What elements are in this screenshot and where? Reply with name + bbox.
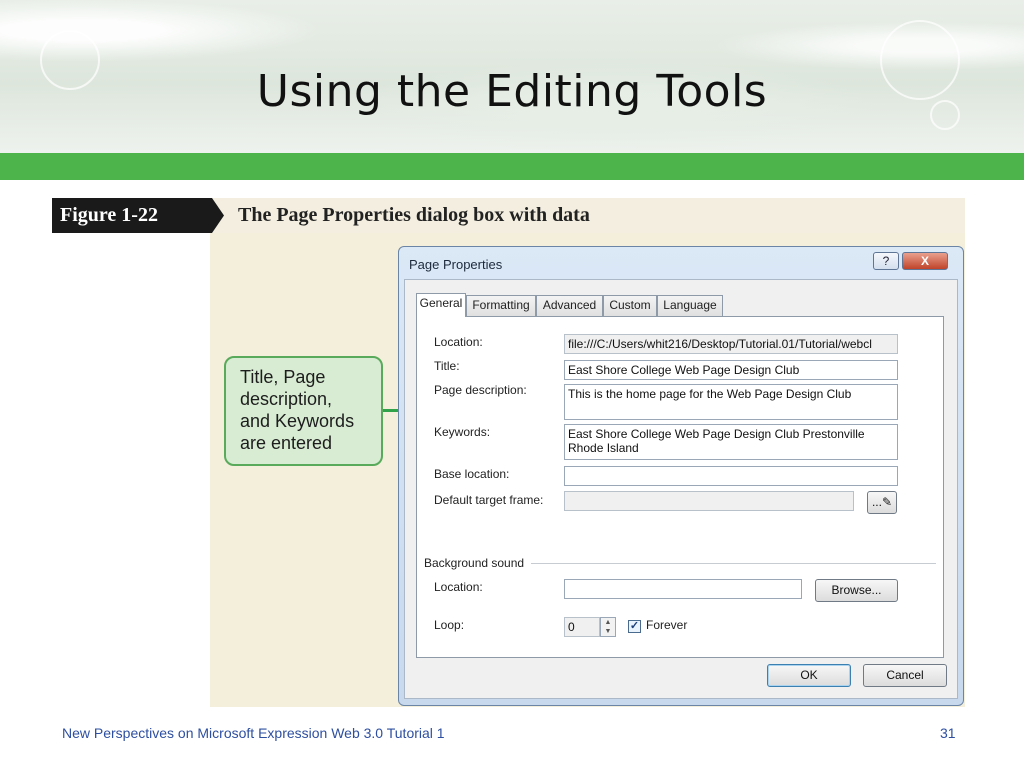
callout-line-4: are entered [240,433,333,453]
forever-label: Forever [646,618,688,632]
keywords-label: Keywords: [434,425,491,439]
tab-custom[interactable]: Custom [603,295,657,316]
browse-button[interactable]: Browse... [815,579,898,602]
title-label: Title: [434,359,460,373]
close-button[interactable]: X [902,252,948,270]
ok-button[interactable]: OK [767,664,851,687]
page-description-field[interactable]: This is the home page for the Web Page D… [564,384,898,420]
loop-spinner-icon: ▲ ▼ [600,617,616,637]
general-tab-panel: Location: file:///C:/Users/whit216/Deskt… [416,316,944,658]
slide-number: 31 [940,725,956,741]
location-field: file:///C:/Users/whit216/Desktop/Tutoria… [564,334,898,354]
sound-location-field[interactable] [564,579,802,599]
base-location-field[interactable] [564,466,898,486]
footer-course-title: New Perspectives on Microsoft Expression… [62,725,445,741]
keywords-field[interactable]: East Shore College Web Page Design Club … [564,424,898,460]
callout-line-1: Title, Page [240,367,326,387]
callout-line-2: description, [240,389,333,409]
page-properties-dialog: Page Properties ? X General Formatting A… [398,246,964,706]
background-sound-group-label: Background sound [424,556,525,570]
target-frame-browse-button[interactable]: ...✎ [867,491,897,514]
dialog-body: General Formatting Advanced Custom Langu… [404,279,958,699]
group-divider [531,563,936,564]
tab-language[interactable]: Language [657,295,723,316]
tab-advanced[interactable]: Advanced [536,295,603,316]
base-location-label: Base location: [434,467,510,481]
accent-band [0,153,1024,180]
callout-box: Title, Page description, and Keywords ar… [224,356,383,466]
loop-count-field: 0 [564,617,600,637]
slide-title: Using the Editing Tools [256,66,768,117]
location-label: Location: [434,335,483,349]
title-field[interactable]: East Shore College Web Page Design Club [564,360,898,380]
tab-formatting[interactable]: Formatting [466,295,536,316]
figure-label: Figure 1-22 [52,198,224,233]
help-button[interactable]: ? [873,252,899,270]
pencil-icon: ✎ [881,495,893,509]
loop-label: Loop: [434,618,465,632]
figure-caption: The Page Properties dialog box with data [238,204,590,226]
target-frame-button-label: ... [871,495,882,509]
sound-location-label: Location: [434,580,483,594]
callout-line-3: and Keywords [240,411,355,431]
tab-general[interactable]: General [416,293,466,317]
default-target-frame-label: Default target frame: [434,493,544,507]
page-description-label: Page description: [434,383,527,397]
forever-checkbox[interactable]: ✓ [628,620,641,633]
dialog-title: Page Properties [409,257,503,272]
default-target-frame-field [564,491,854,511]
cancel-button[interactable]: Cancel [863,664,947,687]
